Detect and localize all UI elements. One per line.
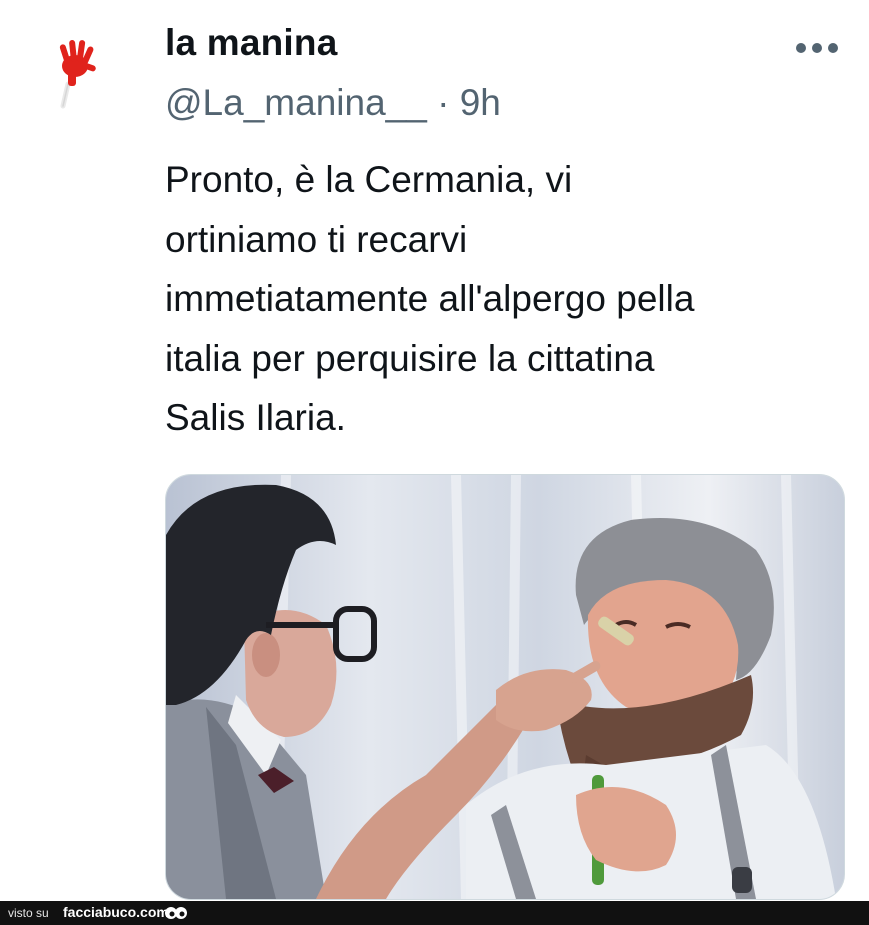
- more-options-icon[interactable]: [794, 36, 842, 60]
- red-hand-clapper-icon: [59, 40, 96, 109]
- tweet-text-line: ortiniamo ti recarvi: [165, 218, 468, 260]
- user-handle[interactable]: @La_manina__: [165, 82, 427, 123]
- post-time[interactable]: 9h: [460, 82, 501, 123]
- watermark-bar: visto su facciabuco.com: [0, 901, 869, 925]
- tweet-media-photo[interactable]: [165, 474, 845, 900]
- profile-avatar[interactable]: [22, 22, 138, 138]
- handle-separator: ·: [437, 82, 450, 123]
- tweet-text-line: Pronto, è la Cermania, vi: [165, 159, 573, 200]
- tweet-text-line: italia per perquisire la cittatina: [165, 337, 655, 379]
- display-name[interactable]: la manina: [165, 22, 337, 64]
- movie-still-photo: [166, 475, 844, 899]
- facciabuco-eyes-icon: [164, 905, 188, 921]
- watermark-prefix: visto su: [8, 906, 49, 920]
- watermark-site-link[interactable]: facciabuco.com: [63, 904, 169, 920]
- tweet-text: Pronto, è la Cermania, vi ortiniamo ti r…: [165, 150, 835, 448]
- tweet-text-line: immetiatamente all'alpergo pella: [165, 278, 695, 319]
- tweet-text-line: Salis Ilaria.: [165, 397, 346, 438]
- handle-row: @La_manina__ · 9h: [165, 82, 501, 124]
- tweet-screenshot: la manina @La_manina__ · 9h Pronto, è la…: [0, 0, 869, 925]
